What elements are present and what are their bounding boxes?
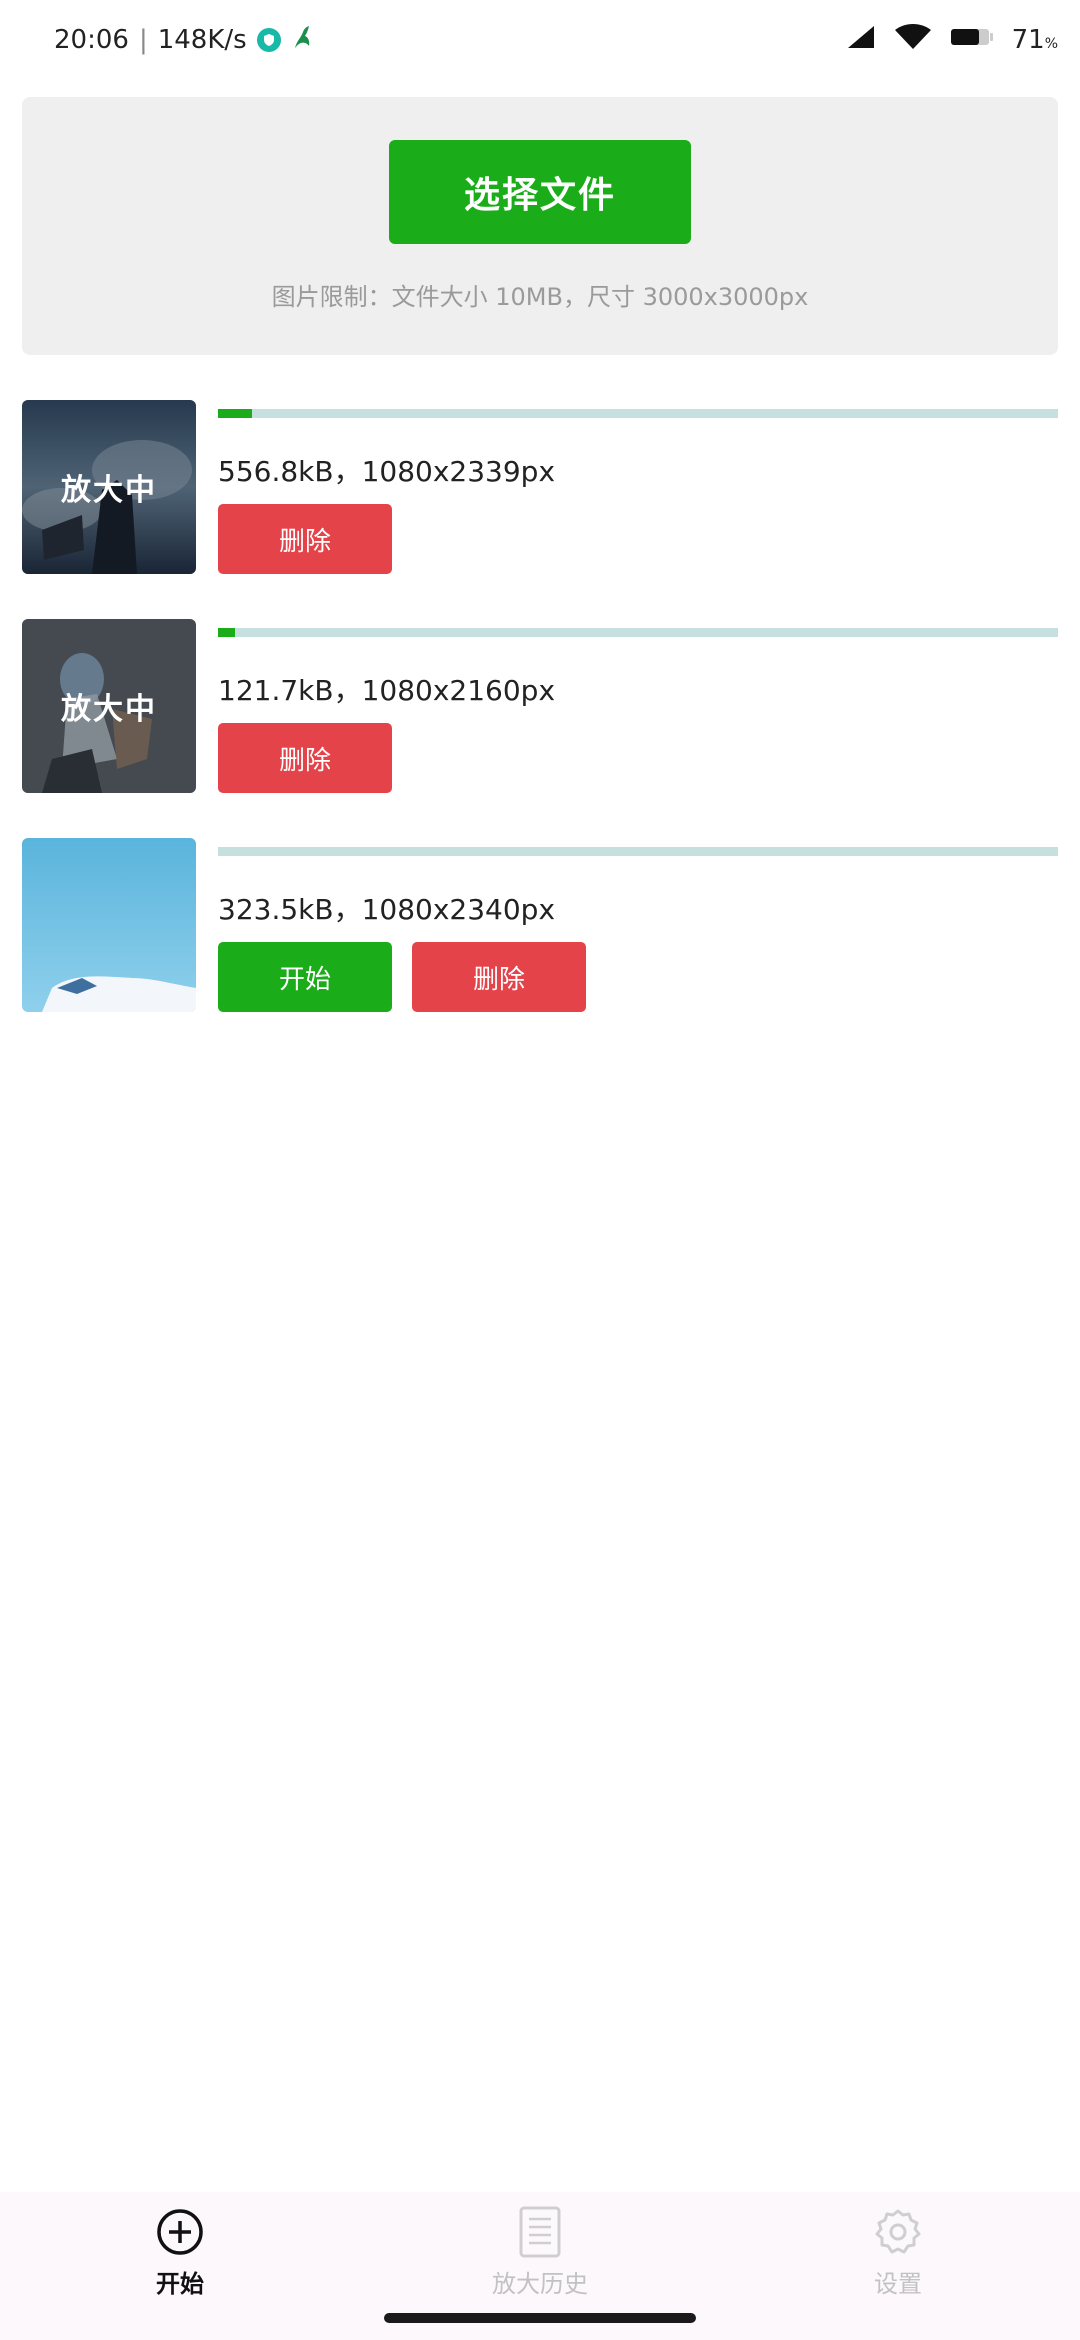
plus-circle-icon [152,2204,208,2260]
document-list-icon [512,2204,568,2260]
file-row: 放大中 121.7kB，1080x2160px 删除 [22,619,1058,793]
progress-fill [218,628,235,637]
file-thumbnail[interactable]: 放大中 [22,619,196,793]
thumbnail-image [22,838,196,1012]
nav-label-start: 开始 [156,2270,204,2298]
start-button[interactable]: 开始 [218,942,392,1012]
home-indicator[interactable] [384,2313,696,2323]
battery-level: 71% [1011,25,1058,55]
upscaling-overlay: 放大中 [22,619,196,793]
nav-label-history: 放大历史 [492,2270,588,2298]
delete-button[interactable]: 删除 [412,942,586,1012]
select-file-button[interactable]: 选择文件 [389,140,691,244]
delete-button[interactable]: 删除 [218,504,392,574]
nav-label-settings: 设置 [874,2270,922,2298]
file-info: 323.5kB，1080x2340px [218,893,556,926]
progress-bar [218,628,1058,637]
image-limit-text: 图片限制：文件大小 10MB，尺寸 3000x3000px [271,283,809,311]
file-info: 121.7kB，1080x2160px [218,674,556,707]
nav-item-history[interactable]: 放大历史 [440,2204,640,2304]
signal-icon [846,24,876,57]
status-right: 71% [846,22,1058,58]
status-net-speed: 148K/s [157,25,247,55]
upscaling-overlay: 放大中 [22,400,196,574]
file-info: 556.8kB，1080x2339px [218,455,556,488]
battery-icon [950,25,994,55]
wifi-icon [894,23,932,58]
progress-fill [218,409,252,418]
progress-bar [218,409,1058,418]
upload-card: 选择文件 图片限制：文件大小 10MB，尺寸 3000x3000px [22,97,1058,355]
status-bar: 20:06 | 148K/s 71% [0,0,1080,80]
status-left: 20:06 | 148K/s [54,22,313,58]
file-row: 323.5kB，1080x2340px 开始 删除 [22,838,1058,1012]
progress-bar [218,847,1058,856]
delete-button[interactable]: 删除 [218,723,392,793]
file-thumbnail[interactable]: 放大中 [22,400,196,574]
file-row: 放大中 556.8kB，1080x2339px 删除 [22,400,1058,574]
nav-item-settings[interactable]: 设置 [798,2204,998,2304]
gear-icon [870,2204,926,2260]
nav-item-start[interactable]: 开始 [80,2204,280,2304]
status-time: 20:06 [54,25,129,55]
shield-icon [256,28,281,52]
file-thumbnail[interactable] [22,838,196,1012]
app-notification-icon [291,24,313,57]
status-divider: | [138,25,148,55]
